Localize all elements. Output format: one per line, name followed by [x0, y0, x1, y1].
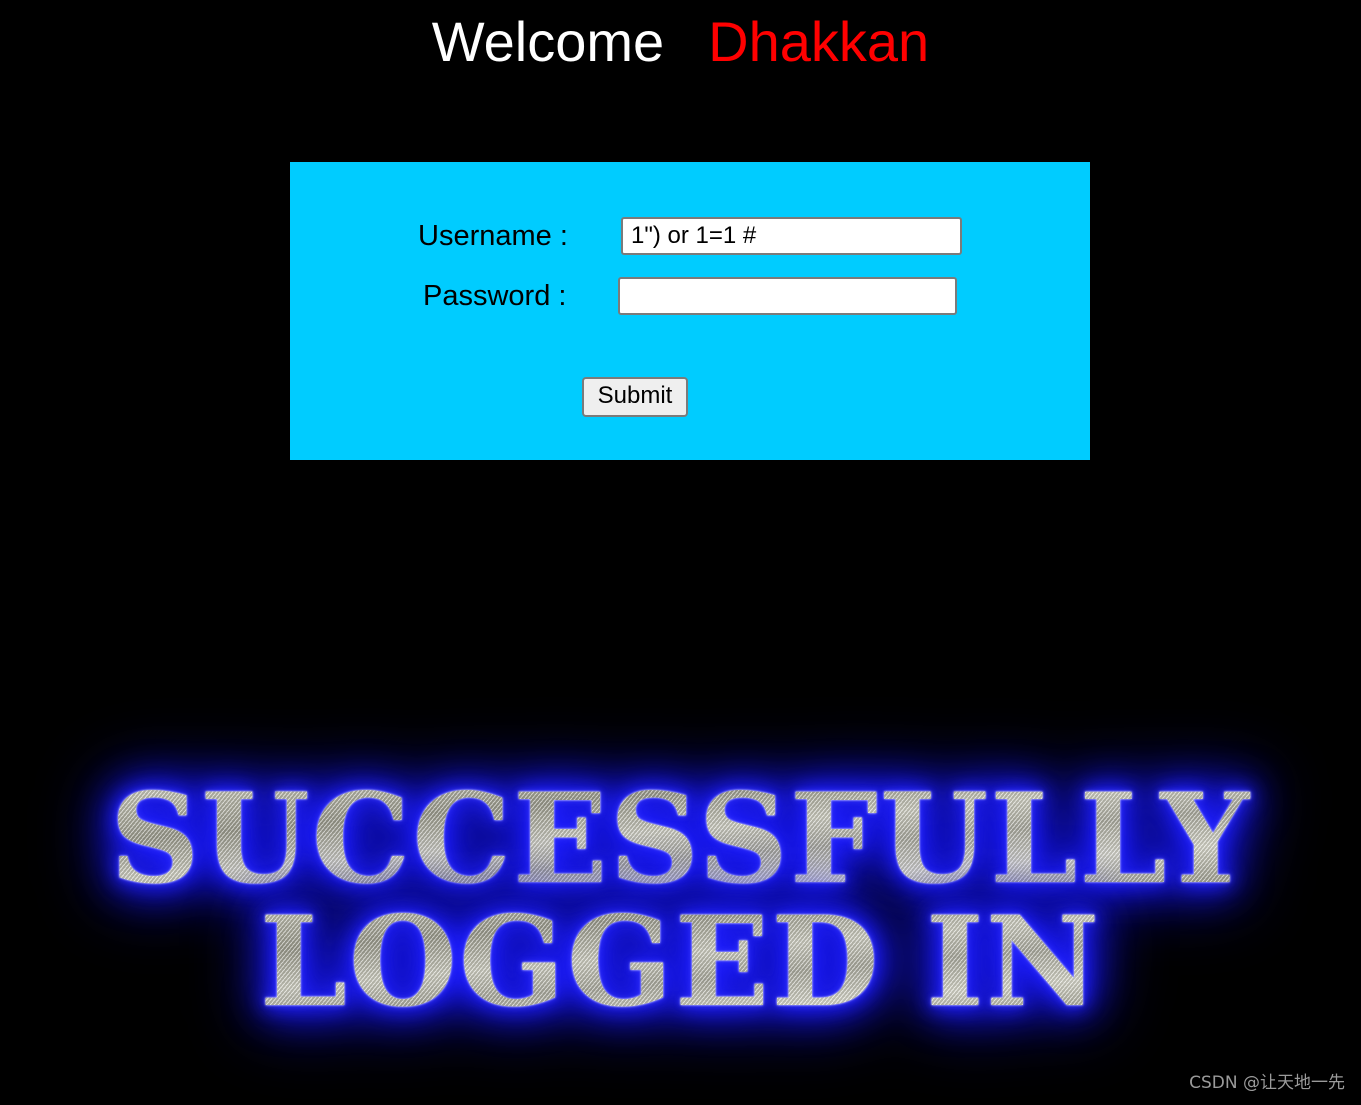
csdn-watermark: CSDN @让天地一先 [1189, 1073, 1345, 1093]
success-banner: SUCCESSFULLY LOGGED IN [0, 780, 1361, 1023]
submit-button[interactable]: Submit [581, 377, 689, 418]
success-banner-line-2: LOGGED IN [0, 903, 1361, 1023]
password-label: Password : [423, 279, 567, 312]
login-form-panel: Username : Password : Submit [290, 162, 1090, 460]
welcome-greeting-text: Welcome [431, 10, 665, 73]
password-input[interactable] [618, 277, 957, 315]
logged-in-username-text: Dhakkan [708, 10, 930, 73]
submit-row: Submit [290, 377, 1090, 418]
username-input[interactable] [621, 217, 962, 255]
username-label: Username : [418, 219, 568, 252]
password-row: Password : [290, 266, 1090, 326]
success-banner-line-1: SUCCESSFULLY [0, 780, 1361, 900]
username-row: Username : [290, 206, 1090, 266]
page-title: Welcome Dhakkan [0, 14, 1361, 70]
login-fields-group: Username : Password : [290, 206, 1090, 326]
